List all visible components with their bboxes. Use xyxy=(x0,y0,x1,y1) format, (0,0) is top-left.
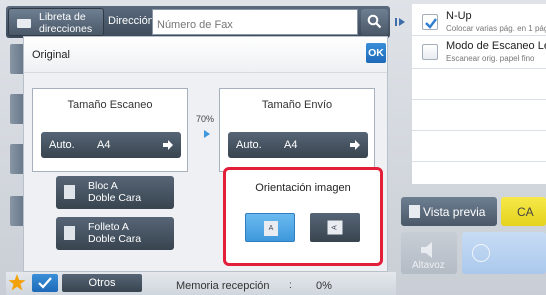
options-panel: N-Up Colocar varias pág. en 1 pág. Modo … xyxy=(412,4,546,184)
send-size-panel: Tamaño Envío Auto. A4 xyxy=(219,88,375,172)
ok-button[interactable]: OK xyxy=(366,43,386,63)
arrow-right-icon xyxy=(163,140,173,150)
memory-label: Memoria recepción xyxy=(176,280,270,292)
image-orientation-panel: Orientación imagen A A xyxy=(223,167,383,266)
preview-button[interactable]: Vista previa xyxy=(401,197,497,226)
search-icon xyxy=(367,14,382,29)
ca-button[interactable]: CA xyxy=(501,197,546,226)
side-tab[interactable] xyxy=(10,94,23,124)
divider xyxy=(412,130,546,131)
ratio-label: 70% xyxy=(196,114,215,124)
folleto-a-label: Folleto A xyxy=(88,221,129,233)
send-size-select[interactable]: Auto. A4 xyxy=(228,132,368,158)
address-book-label-line1: Libreta de xyxy=(39,11,86,23)
memory-value: 0% xyxy=(316,280,332,292)
side-tab[interactable] xyxy=(10,196,23,226)
scan-size-panel: Tamaño Escaneo Auto. A4 xyxy=(32,88,188,172)
play-icon xyxy=(395,18,405,26)
send-size-value: A4 xyxy=(284,139,298,151)
option-n-up[interactable]: N-Up Colocar varias pág. en 1 pág. xyxy=(418,8,546,38)
favorites-button[interactable] xyxy=(8,274,28,292)
portrait-page-icon: A xyxy=(264,221,278,236)
scan-size-select[interactable]: Auto. A4 xyxy=(41,132,181,158)
check-icon xyxy=(425,18,437,29)
folleto-a-duplex-button[interactable]: Folleto A Doble Cara xyxy=(56,217,174,250)
bloc-a-duplex-button[interactable]: Bloc A Doble Cara xyxy=(56,176,174,209)
ca-label: CA xyxy=(517,205,534,219)
folleto-a-sublabel: Doble Cara xyxy=(88,233,142,245)
orientation-title: Orientación imagen xyxy=(255,182,351,194)
speaker-icon xyxy=(421,242,432,258)
direction-label: Dirección xyxy=(108,15,154,27)
address-book-icon xyxy=(17,19,31,28)
dialog-title: Original xyxy=(32,49,70,61)
memory-separator: : xyxy=(289,280,292,291)
option-title: N-Up xyxy=(446,10,472,22)
check-icon xyxy=(38,277,52,289)
arrow-right-icon xyxy=(350,140,360,150)
booklet-icon xyxy=(64,185,75,199)
star-icon xyxy=(8,274,26,291)
address-bar: Libreta de direcciones Dirección xyxy=(6,6,390,38)
send-size-mode: Auto. xyxy=(236,139,262,151)
fax-number-input[interactable] xyxy=(152,9,358,35)
divider xyxy=(412,99,546,100)
option-title: Modo de Escaneo Lento xyxy=(446,40,546,52)
address-book-button[interactable]: Libreta de direcciones xyxy=(8,8,104,36)
orientation-portrait-button[interactable]: A xyxy=(245,213,295,242)
bloc-a-sublabel: Doble Cara xyxy=(88,192,142,204)
triangle-right-icon xyxy=(204,130,210,138)
expand-panel-button[interactable] xyxy=(394,8,408,38)
send-size-title: Tamaño Envío xyxy=(261,99,333,111)
others-button[interactable]: Otros xyxy=(62,274,142,292)
landscape-page-icon: A xyxy=(327,220,343,235)
option-subtitle: Colocar varias pág. en 1 pág. xyxy=(446,24,546,33)
side-tab[interactable] xyxy=(10,144,23,174)
option-slow-scan[interactable]: Modo de Escaneo Lento Escanear orig. pap… xyxy=(418,38,546,68)
scan-size-title: Tamaño Escaneo xyxy=(67,99,153,111)
preview-icon xyxy=(409,205,420,218)
orientation-landscape-button[interactable]: A xyxy=(310,213,360,242)
address-book-label-line2: direcciones xyxy=(39,23,93,35)
divider xyxy=(412,161,546,162)
program-button[interactable] xyxy=(32,274,58,292)
side-tab[interactable] xyxy=(10,44,23,74)
divider xyxy=(412,68,546,69)
original-dialog: Original OK Tamaño Escaneo Auto. A4 70% … xyxy=(23,36,388,272)
search-button[interactable] xyxy=(361,9,388,35)
checkbox[interactable] xyxy=(422,44,438,60)
checkbox[interactable] xyxy=(422,14,438,30)
preview-label: Vista previa xyxy=(423,205,486,219)
bloc-a-label: Bloc A xyxy=(88,180,118,192)
speaker-label: Altavoz xyxy=(412,260,445,271)
scan-size-mode: Auto. xyxy=(49,139,75,151)
start-button[interactable] xyxy=(462,232,546,274)
tablet-icon xyxy=(64,226,75,240)
dialog-header: Original OK xyxy=(24,37,387,73)
scan-size-value: A4 xyxy=(97,139,111,151)
start-icon xyxy=(472,244,490,262)
option-subtitle: Escanear orig. papel fino xyxy=(446,54,535,63)
divider xyxy=(412,35,546,36)
